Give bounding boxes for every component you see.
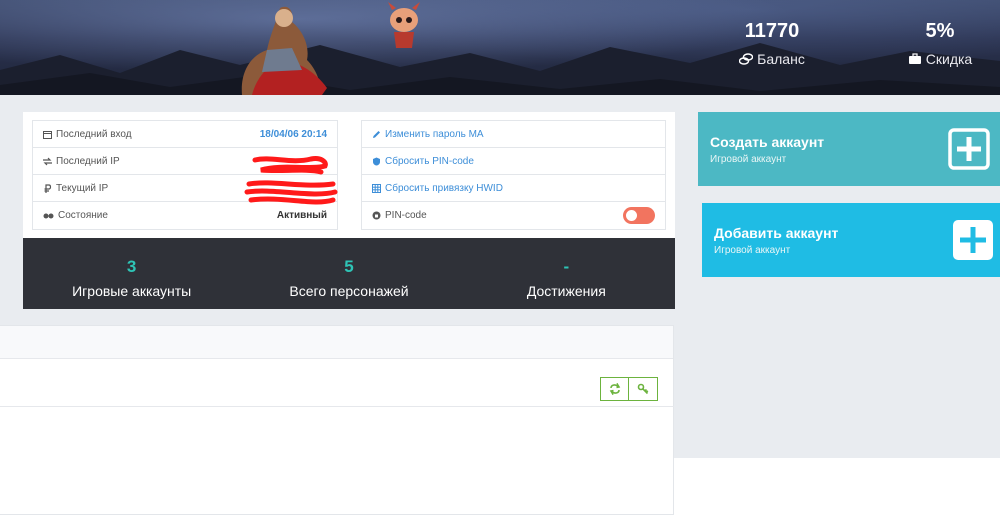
game-accounts-count: 3: [126, 257, 137, 276]
pin-code-toggle[interactable]: [623, 207, 655, 224]
hero-character-image: [241, 6, 327, 95]
reset-hwid-row[interactable]: Сбросить привязку HWID: [362, 175, 665, 202]
game-accounts-label: Игровые аккаунты: [72, 283, 192, 299]
balance-label: Баланс: [757, 51, 805, 67]
shield-icon: [373, 157, 380, 165]
discount-label: Скидка: [925, 51, 973, 67]
discount-stat: 5% Скидка: [890, 20, 990, 67]
create-account-title: Создать аккаунт: [710, 134, 825, 150]
create-account-subtitle: Игровой аккаунт: [710, 154, 787, 165]
create-account-tile[interactable]: Создать аккаунт Игровой аккаунт: [698, 112, 1000, 186]
banner-mountains: [0, 43, 1000, 95]
account-actions-table: Изменить пароль МА Сбросить PIN-code Сбр…: [361, 120, 666, 230]
stats-bar: 3 Игровые аккаунты 5 Всего персонажей - …: [23, 238, 675, 309]
reset-pin-row[interactable]: Сбросить PIN-code: [362, 148, 665, 175]
pin-code-row: PIN-code: [362, 202, 665, 229]
key-button[interactable]: [629, 377, 658, 401]
balance-value: 11770: [744, 20, 800, 42]
characters-count: 5: [344, 257, 354, 276]
status-value: Активный: [276, 210, 327, 221]
last-login-value: 18/04/06 20:14: [259, 128, 327, 140]
achievements-label: Достижения: [526, 283, 606, 299]
last-login-label: Последний вход: [56, 128, 132, 140]
characters-stat: 5 Всего персонажей: [240, 238, 457, 309]
ruble-icon: [44, 183, 52, 193]
accounts-panel-divider: [0, 406, 674, 407]
add-account-subtitle: Игровой аккаунт: [714, 245, 791, 256]
achievements-stat: - Достижения: [458, 238, 675, 309]
game-accounts-stat: 3 Игровые аккаунты: [23, 238, 240, 309]
discount-value: 5%: [925, 20, 955, 42]
imp-character-image: [388, 2, 420, 48]
add-account-title: Добавить аккаунт: [714, 225, 839, 241]
balance-stat: 11770 Баланс: [722, 20, 822, 67]
glasses-icon: [43, 213, 54, 219]
lock-icon: [372, 211, 381, 220]
last-login-row: Последний вход 18/04/06 20:14: [33, 121, 337, 148]
add-account-tile[interactable]: Добавить аккаунт Игровой аккаунт: [702, 203, 1000, 277]
achievements-count: -: [563, 257, 570, 276]
panel-button-group: [600, 377, 658, 401]
coins-icon: [739, 53, 754, 65]
status-label: Состояние: [58, 210, 108, 221]
redacted-last-ip: [252, 156, 328, 175]
pin-code-label: PIN-code: [385, 210, 427, 221]
refresh-icon: [609, 383, 620, 395]
last-ip-label: Последний IP: [56, 155, 120, 167]
reset-hwid-link[interactable]: Сбросить привязку HWID: [385, 183, 503, 194]
change-password-link[interactable]: Изменить пароль МА: [385, 129, 484, 140]
change-password-row[interactable]: Изменить пароль МА: [362, 121, 665, 148]
current-ip-label: Текущий IP: [56, 182, 109, 194]
header-banner: 11770 Баланс 5% Скидка: [0, 0, 1000, 95]
accounts-panel-header: [0, 326, 673, 359]
key-icon: [637, 383, 649, 395]
grid-icon: [372, 183, 381, 193]
refresh-button[interactable]: [600, 377, 629, 401]
pencil-icon: [373, 130, 380, 138]
calendar-icon: [43, 130, 52, 139]
briefcase-icon: [908, 53, 921, 64]
reset-pin-link[interactable]: Сбросить PIN-code: [385, 156, 474, 167]
plus-square-outline-icon: [948, 128, 990, 170]
accounts-panel: [0, 325, 674, 515]
characters-label: Всего персонажей: [289, 283, 409, 299]
exchange-icon: [43, 157, 52, 165]
redacted-current-ip: [244, 180, 338, 205]
plus-square-icon: [953, 220, 993, 260]
